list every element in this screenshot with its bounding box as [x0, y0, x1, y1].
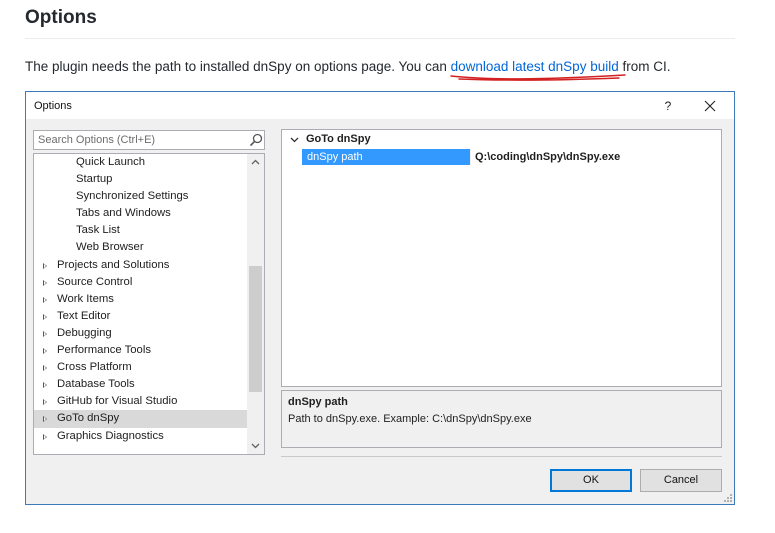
- tree-item[interactable]: Graphics Diagnostics: [34, 428, 247, 445]
- expand-arrow-icon[interactable]: [43, 399, 47, 406]
- tree-item-label: Database Tools: [57, 378, 135, 391]
- ok-button[interactable]: OK: [550, 469, 632, 492]
- tree-item[interactable]: Database Tools: [34, 376, 247, 393]
- description-title: dnSpy path: [288, 396, 348, 408]
- property-category-label: GoTo dnSpy: [306, 133, 371, 145]
- options-tree: Quick Launch Startup Synchronized Settings…: [33, 153, 265, 455]
- property-row-dnspy-path[interactable]: dnSpy path Q:\coding\dnSpy\dnSpy.exe: [282, 149, 721, 166]
- scroll-down-icon[interactable]: [247, 437, 264, 454]
- expand-arrow-icon[interactable]: [43, 262, 47, 269]
- options-dialog: Options ? Quick Launch Startup Synchronize…: [25, 91, 735, 505]
- tree-item[interactable]: GitHub for Visual Studio: [34, 393, 247, 410]
- tree-item[interactable]: Web Browser: [34, 239, 247, 256]
- tree-item-label: Quick Launch: [76, 156, 146, 168]
- tree-item-label: GoTo dnSpy: [57, 412, 120, 425]
- tree-scrollbar[interactable]: [247, 154, 264, 454]
- expand-arrow-icon[interactable]: [43, 330, 47, 337]
- property-grid: GoTo dnSpy dnSpy path Q:\coding\dnSpy\dn…: [281, 129, 722, 387]
- description-panel: dnSpy path Path to dnSpy.exe. Example: C…: [281, 390, 722, 448]
- expand-arrow-icon[interactable]: [43, 348, 47, 355]
- expand-arrow-icon[interactable]: [43, 313, 47, 320]
- tree-item[interactable]: Quick Launch: [34, 154, 247, 171]
- tree-item-label: GitHub for Visual Studio: [57, 395, 178, 408]
- expand-arrow-icon[interactable]: [43, 382, 47, 389]
- tree-item[interactable]: Task List: [34, 222, 247, 239]
- expand-arrow-icon[interactable]: [43, 433, 47, 440]
- tree-item-label: Startup: [76, 173, 113, 186]
- expand-arrow-icon[interactable]: [43, 296, 47, 303]
- tree-item[interactable]: Synchronized Settings: [34, 188, 247, 205]
- doc-heading: Options: [25, 7, 97, 28]
- resize-grip-icon[interactable]: [723, 493, 733, 503]
- tree-item[interactable]: Startup: [34, 171, 247, 188]
- tree-item[interactable]: Source Control: [34, 274, 247, 291]
- expand-arrow-icon[interactable]: [43, 279, 47, 286]
- tree-item-label: Synchronized Settings: [76, 190, 189, 203]
- close-button[interactable]: [700, 96, 720, 116]
- search-input[interactable]: [34, 131, 239, 149]
- expand-arrow-icon[interactable]: [43, 416, 47, 423]
- tree-item-label: Projects and Solutions: [57, 258, 170, 271]
- chevron-down-icon[interactable]: [288, 131, 302, 148]
- tree-item-label: Task List: [76, 224, 120, 237]
- tree-list: Quick Launch Startup Synchronized Settings…: [34, 154, 247, 445]
- dialog-titlebar: Options ?: [26, 92, 734, 119]
- close-icon: [704, 100, 716, 112]
- tree-item-label: Performance Tools: [57, 344, 151, 357]
- tree-item-label: Web Browser: [76, 241, 144, 254]
- tree-item[interactable]: Work Items: [34, 291, 247, 308]
- property-category[interactable]: GoTo dnSpy: [282, 131, 721, 148]
- tree-item[interactable]: Text Editor: [34, 308, 247, 325]
- tree-item-label: Tabs and Windows: [76, 207, 171, 220]
- property-name[interactable]: dnSpy path: [302, 149, 470, 165]
- doc-divider: [25, 38, 735, 39]
- tree-item-label: Graphics Diagnostics: [57, 429, 164, 442]
- help-button[interactable]: ?: [658, 97, 678, 115]
- tree-item-label: Debugging: [57, 326, 112, 339]
- dialog-title: Options: [34, 100, 72, 112]
- tree-item[interactable]: Performance Tools: [34, 342, 247, 359]
- cancel-button[interactable]: Cancel: [640, 469, 722, 492]
- tree-item-label: Work Items: [57, 292, 114, 305]
- tree-item[interactable]: Debugging: [34, 325, 247, 342]
- doc-paragraph: The plugin needs the path to installed d…: [25, 59, 670, 81]
- expand-arrow-icon[interactable]: [43, 365, 47, 372]
- description-text: Path to dnSpy.exe. Example: C:\dnSpy\dnS…: [288, 413, 532, 425]
- scroll-up-icon[interactable]: [247, 154, 264, 171]
- tree-item[interactable]: Tabs and Windows: [34, 205, 247, 222]
- tree-item-label: Text Editor: [57, 309, 111, 322]
- tree-item-label: Source Control: [57, 275, 133, 288]
- search-box: [33, 130, 265, 150]
- tree-item[interactable]: GoTo dnSpy: [34, 410, 247, 428]
- search-icon[interactable]: [249, 133, 263, 147]
- tree-item[interactable]: Projects and Solutions: [34, 257, 247, 274]
- tree-item[interactable]: Cross Platform: [34, 359, 247, 376]
- scroll-thumb[interactable]: [249, 266, 262, 392]
- tree-item-label: Cross Platform: [57, 361, 132, 374]
- footer-separator: [281, 456, 722, 457]
- property-value[interactable]: Q:\coding\dnSpy\dnSpy.exe: [470, 149, 721, 165]
- download-link[interactable]: download latest dnSpy build: [449, 59, 626, 81]
- red-underline-annotation: [449, 74, 626, 81]
- doc-text-before: The plugin needs the path to installed d…: [25, 59, 451, 74]
